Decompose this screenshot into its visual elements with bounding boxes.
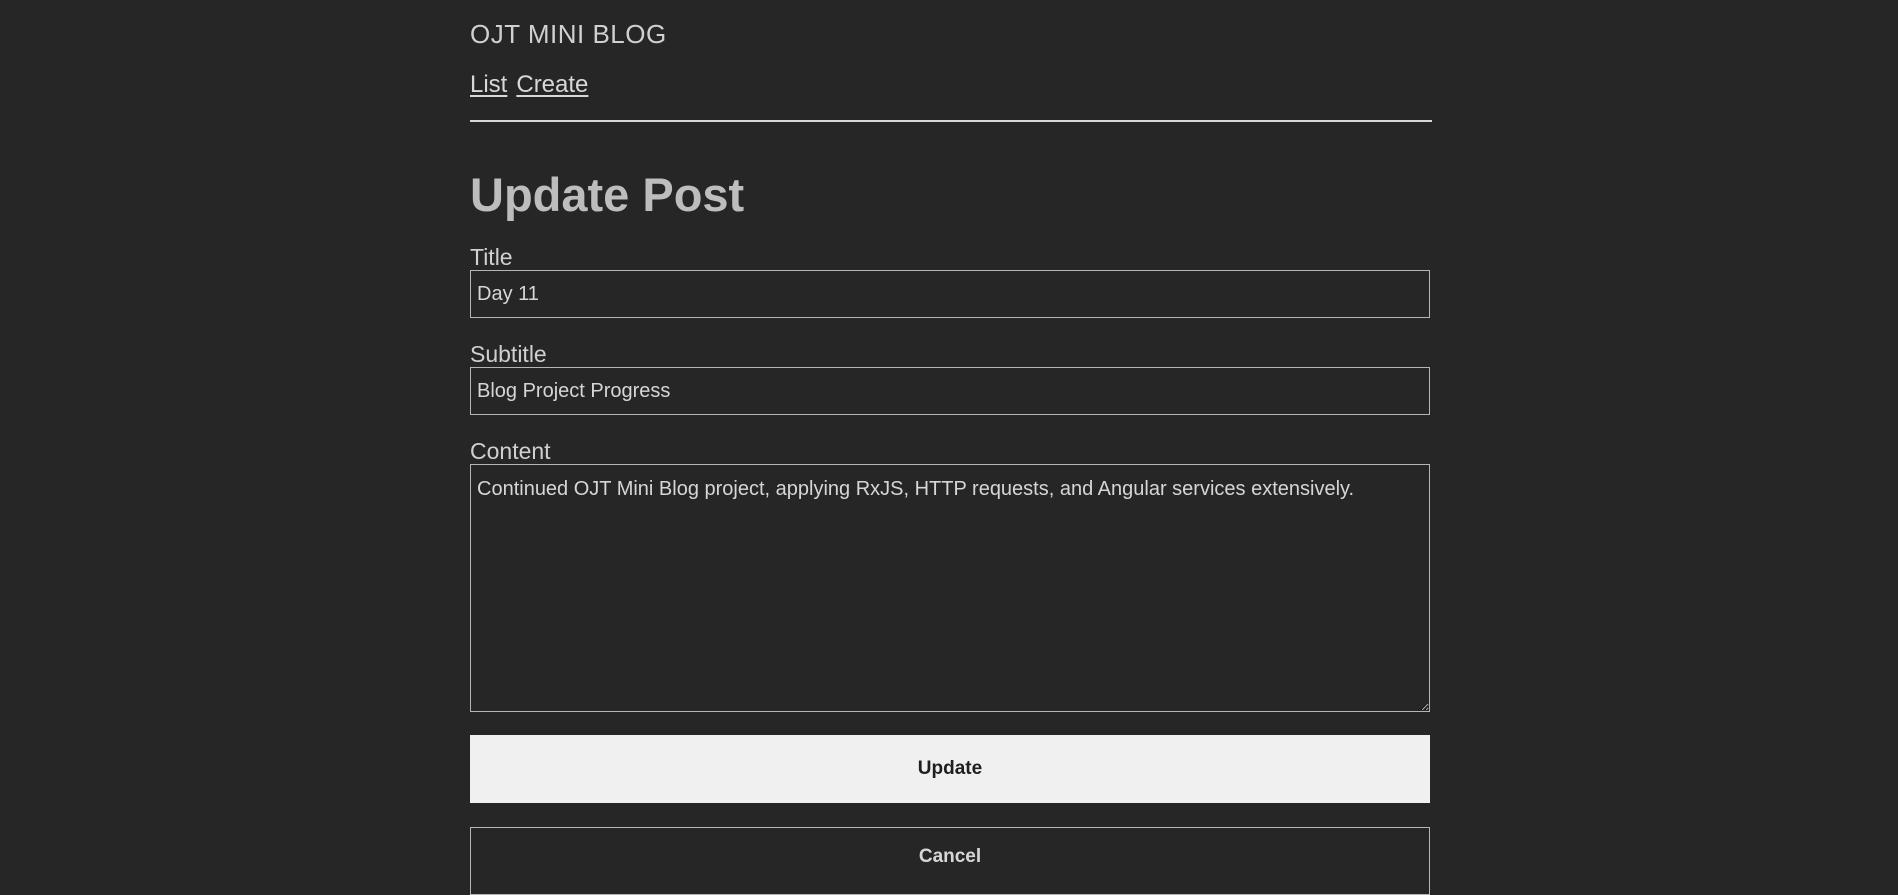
nav-link-create[interactable]: Create (516, 71, 588, 98)
content-textarea[interactable]: Continued OJT Mini Blog project, applyin… (470, 464, 1430, 712)
subtitle-input[interactable] (470, 367, 1430, 415)
site-brand: OJT MINI BLOG (470, 19, 667, 49)
title-label: Title (470, 244, 513, 270)
update-button[interactable]: Update (470, 735, 1430, 803)
subtitle-label: Subtitle (470, 341, 547, 367)
cancel-button[interactable]: Cancel (470, 827, 1430, 895)
nav-link-list[interactable]: List (470, 71, 507, 98)
main-nav: List Create (470, 70, 597, 100)
page-title: Update Post (470, 168, 745, 221)
content-label: Content (470, 438, 551, 464)
title-input[interactable] (470, 270, 1430, 318)
header-divider (470, 120, 1432, 122)
